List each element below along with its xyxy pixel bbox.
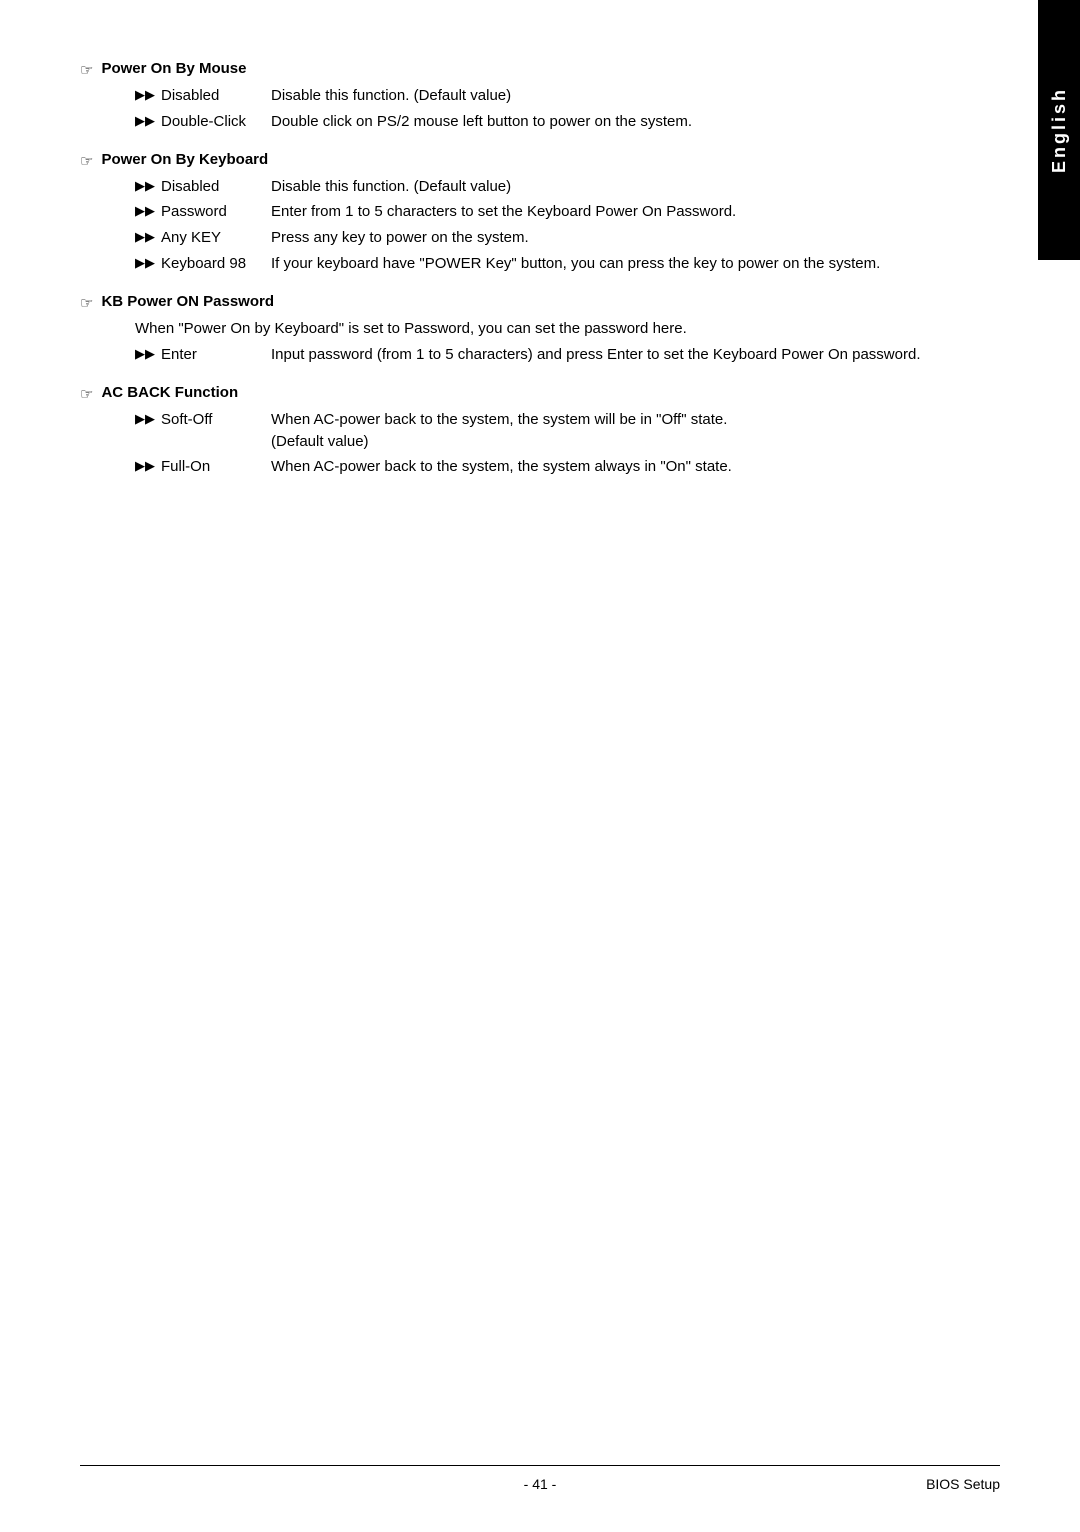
arrow-icon: ▶▶ [135,457,155,476]
section-power-on-mouse: ☞ Power On By Mouse ▶▶ Disabled Disable … [80,60,940,133]
arrow-icon: ▶▶ [135,86,155,105]
item-key: Double-Click [161,111,271,133]
section-power-on-keyboard: ☞ Power On By Keyboard ▶▶ Disabled Disab… [80,151,940,275]
section-ac-back-function: ☞ AC BACK Function ▶▶ Soft-Off When AC-p… [80,384,940,478]
section-header-keyboard: ☞ Power On By Keyboard [80,151,940,170]
item-key: Disabled [161,85,271,107]
item-desc: Disable this function. (Default value) [271,176,940,198]
list-item: ▶▶ Soft-Off When AC-power back to the sy… [135,409,940,453]
item-desc: Input password (from 1 to 5 characters) … [271,344,940,366]
plain-text-kb-password: When "Power On by Keyboard" is set to Pa… [135,318,940,341]
item-desc: Double click on PS/2 mouse left button t… [271,111,940,133]
footer-label: BIOS Setup [926,1476,1000,1492]
list-item: ▶▶ Password Enter from 1 to 5 characters… [135,201,940,223]
section-title-mouse: Power On By Mouse [101,60,246,77]
item-desc: When AC-power back to the system, the sy… [271,409,940,453]
list-item: ▶▶ Enter Input password (from 1 to 5 cha… [135,344,940,366]
list-item: ▶▶ Double-Click Double click on PS/2 mou… [135,111,940,133]
list-item: ▶▶ Keyboard 98 If your keyboard have "PO… [135,253,940,275]
item-desc: When AC-power back to the system, the sy… [271,456,940,478]
section-title-kb-password: KB Power ON Password [101,293,274,310]
arrow-icon: ▶▶ [135,410,155,429]
items-list-kb-password: ▶▶ Enter Input password (from 1 to 5 cha… [135,344,940,366]
main-content: ☞ Power On By Mouse ▶▶ Disabled Disable … [80,60,940,478]
arrow-icon: ▶▶ [135,112,155,131]
item-desc: Disable this function. (Default value) [271,85,940,107]
item-key: Full-On [161,456,271,478]
list-item: ▶▶ Any KEY Press any key to power on the… [135,227,940,249]
item-desc: Enter from 1 to 5 characters to set the … [271,201,940,223]
section-header-ac-back: ☞ AC BACK Function [80,384,940,403]
page-container: English ☞ Power On By Mouse ▶▶ Disabled … [0,0,1080,1532]
item-key: Disabled [161,176,271,198]
list-item: ▶▶ Disabled Disable this function. (Defa… [135,85,940,107]
section-title-ac-back: AC BACK Function [101,384,238,401]
arrow-icon: ▶▶ [135,254,155,273]
items-list-ac-back: ▶▶ Soft-Off When AC-power back to the sy… [135,409,940,478]
item-key: Any KEY [161,227,271,249]
arrow-icon: ▶▶ [135,202,155,221]
items-list-keyboard: ▶▶ Disabled Disable this function. (Defa… [135,176,940,275]
arrow-icon: ▶▶ [135,345,155,364]
section-icon-ac-back: ☞ [80,385,93,403]
section-icon-keyboard: ☞ [80,152,93,170]
section-header-kb-password: ☞ KB Power ON Password [80,293,940,312]
section-title-keyboard: Power On By Keyboard [101,151,268,168]
items-list-mouse: ▶▶ Disabled Disable this function. (Defa… [135,85,940,133]
side-tab: English [1038,0,1080,260]
item-key: Keyboard 98 [161,253,271,275]
side-tab-label: English [1049,87,1070,173]
page-footer: - 41 - BIOS Setup [80,1465,1000,1492]
item-desc: If your keyboard have "POWER Key" button… [271,253,940,275]
section-header-mouse: ☞ Power On By Mouse [80,60,940,79]
item-key: Password [161,201,271,223]
arrow-icon: ▶▶ [135,228,155,247]
list-item: ▶▶ Disabled Disable this function. (Defa… [135,176,940,198]
item-key: Soft-Off [161,409,271,431]
item-key: Enter [161,344,271,366]
item-desc: Press any key to power on the system. [271,227,940,249]
section-icon-kb-password: ☞ [80,294,93,312]
page-number: - 41 - [80,1476,1000,1492]
arrow-icon: ▶▶ [135,177,155,196]
section-icon-mouse: ☞ [80,61,93,79]
section-kb-power-password: ☞ KB Power ON Password When "Power On by… [80,293,940,366]
list-item: ▶▶ Full-On When AC-power back to the sys… [135,456,940,478]
